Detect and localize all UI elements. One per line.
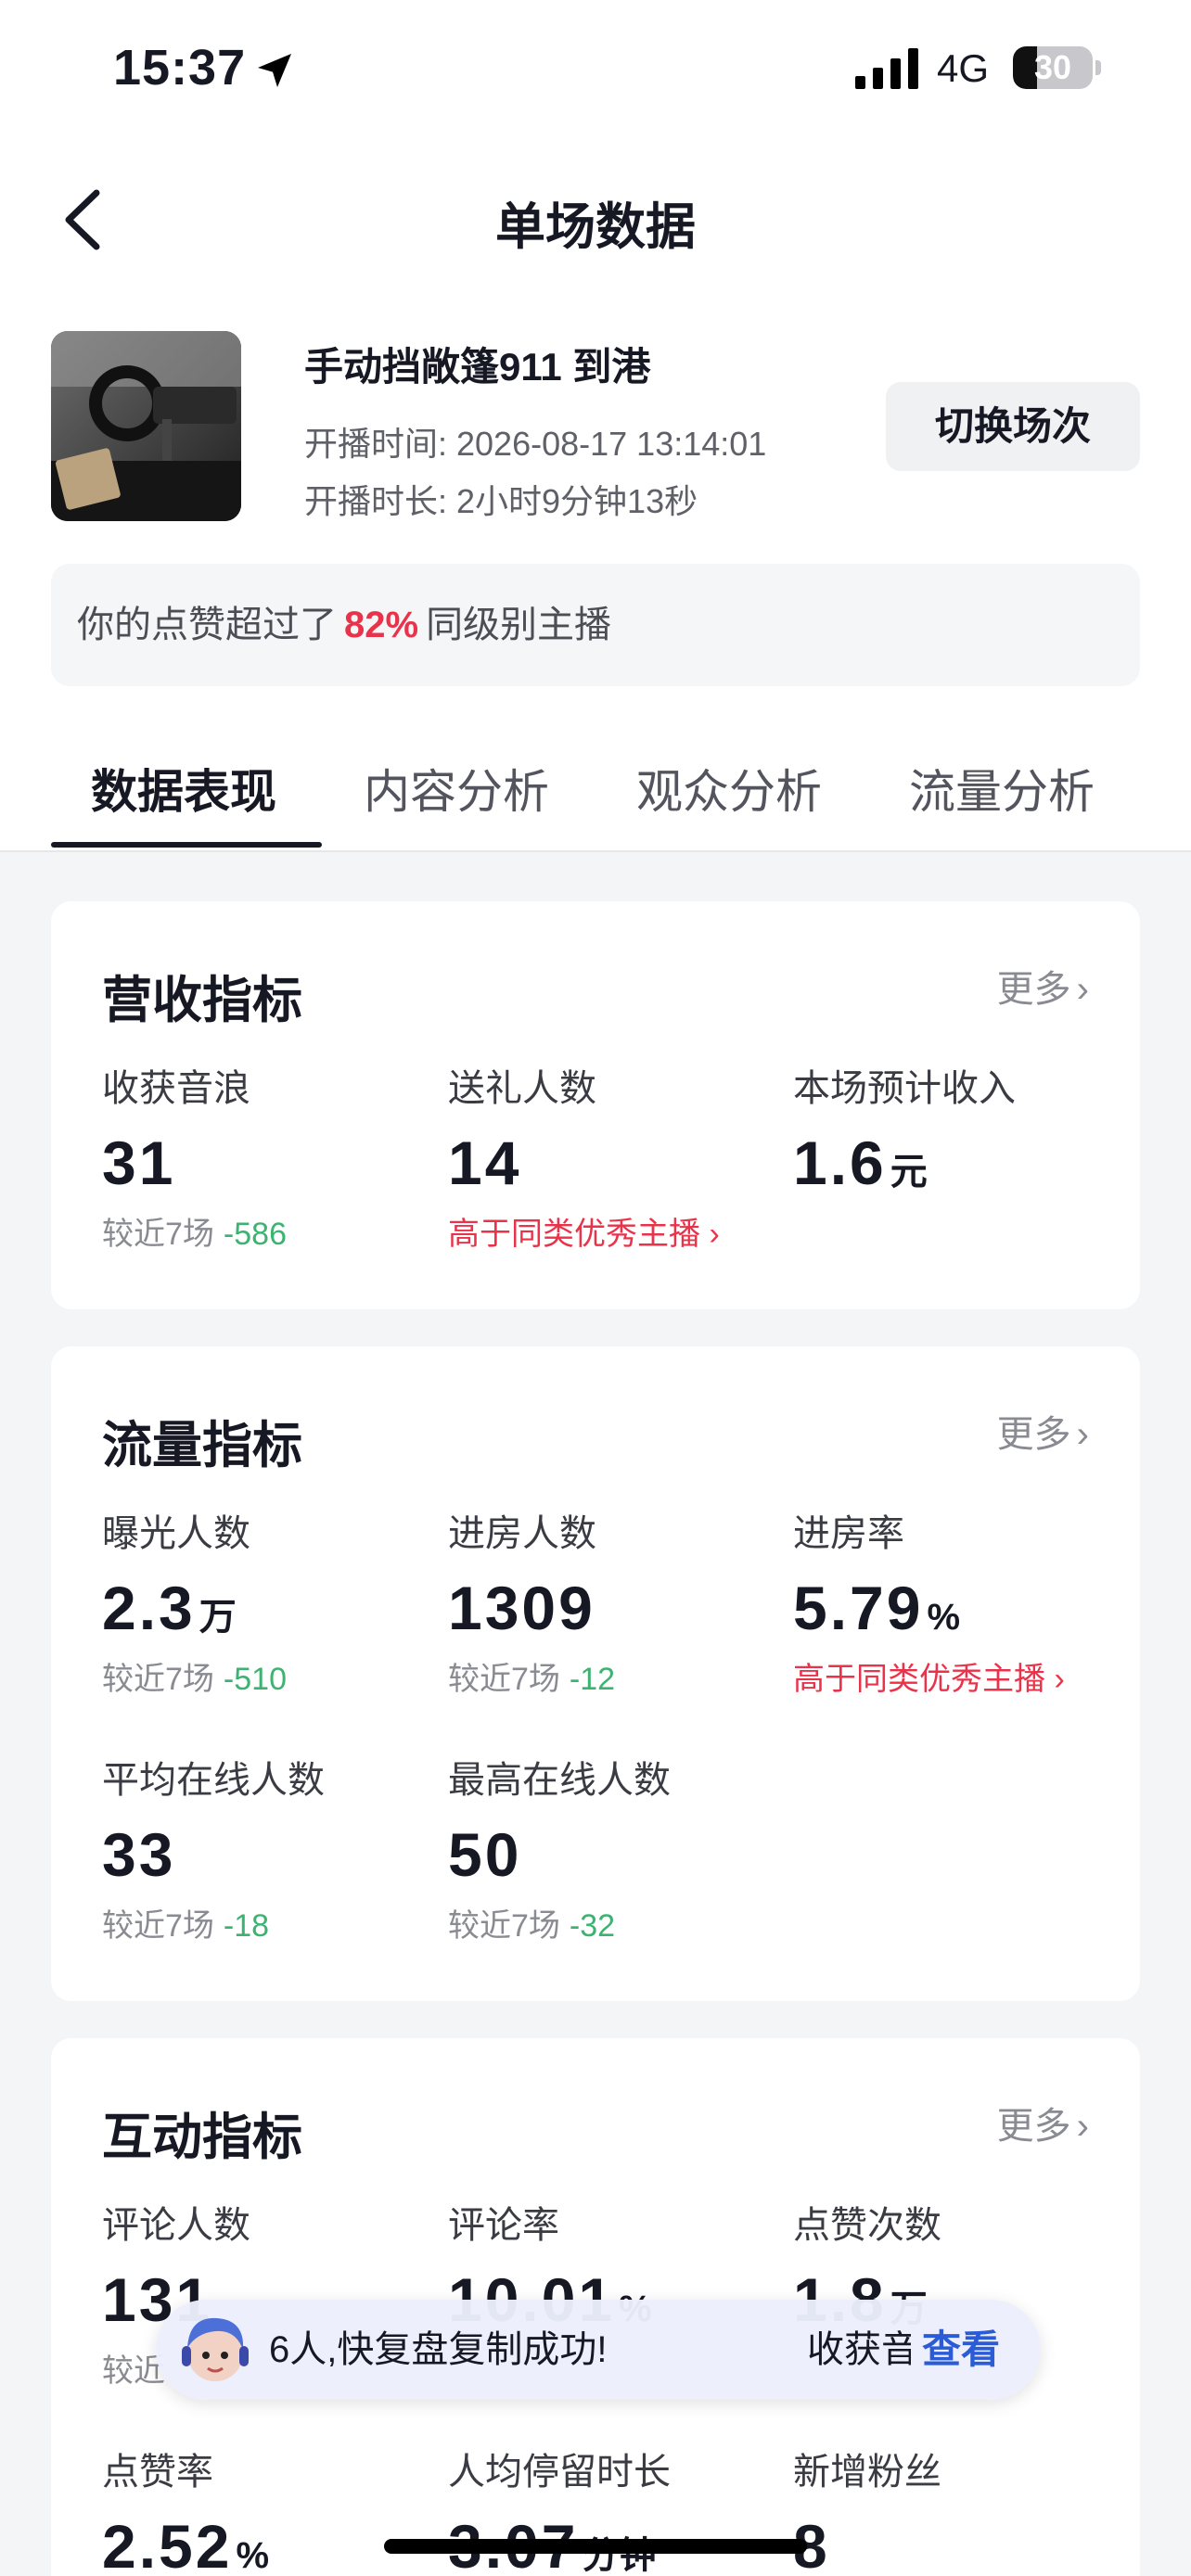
- metric-gift-income[interactable]: 收获音浪 31 较近7场 -586: [102, 1063, 445, 1257]
- tab-data-performance[interactable]: 数据表现: [91, 755, 276, 822]
- duration-value: 2小时9分钟13秒: [456, 482, 698, 520]
- toast-message: 6人,快复盘复制成功!: [269, 2329, 608, 2370]
- metric-compare: 较近7场 -12: [448, 1662, 616, 1697]
- metric-label: 点赞率: [102, 2452, 213, 2493]
- metric-delta: -510: [223, 1662, 287, 1697]
- card-title: 流量指标: [102, 1418, 302, 1473]
- switch-session-button[interactable]: 切换场次: [886, 382, 1140, 471]
- metric-value: 33: [102, 1820, 176, 1889]
- battery-icon: 30: [1013, 46, 1102, 89]
- card-title: 营收指标: [102, 973, 302, 1028]
- metric-delta: -586: [223, 1217, 287, 1252]
- start-time-label: 开播时间:: [304, 425, 448, 463]
- assistant-avatar-icon: [182, 2317, 249, 2381]
- tab-traffic-analysis[interactable]: 流量分析: [909, 755, 1095, 822]
- metric-compare: 较近7场 -510: [102, 1662, 287, 1697]
- metric-label: 曝光人数: [102, 1513, 250, 1554]
- metric-label: 本场预计收入: [793, 1068, 1016, 1109]
- metric-estimated-income[interactable]: 本场预计收入 1.6 元: [793, 1063, 1136, 1205]
- metric-new-followers[interactable]: 新增粉丝 8: [793, 2446, 1136, 2576]
- metric-peak-online[interactable]: 最高在线人数 50 较近7场 -32: [448, 1754, 791, 1949]
- metric-label: 新增粉丝: [793, 2452, 941, 2493]
- metric-compare: 较近7场 -586: [102, 1217, 287, 1252]
- metric-value: 14: [448, 1129, 522, 1197]
- traffic-metrics-card: 流量指标 更多 › 曝光人数 2.3 万 较近7场 -510 进房人数 1309 较近…: [51, 1346, 1140, 2001]
- metric-compare: 较近7场 -18: [102, 1908, 270, 1944]
- signal-bars-icon: [855, 48, 918, 89]
- battery-percent: 30: [1033, 48, 1072, 86]
- chevron-right-icon: ›: [1076, 1414, 1089, 1455]
- live-cover-thumbnail[interactable]: [51, 331, 241, 521]
- session-title: 手动挡敞篷911 到港: [304, 345, 651, 389]
- location-arrow-icon: [258, 54, 291, 87]
- toast-view-button[interactable]: 查看: [922, 2300, 1000, 2400]
- start-time-value: 2026-08-17 13:14:01: [456, 425, 767, 463]
- chevron-right-icon: ›: [709, 1217, 720, 1252]
- metric-label: 评论人数: [102, 2205, 250, 2246]
- chevron-right-icon: ›: [1054, 1662, 1065, 1697]
- chevron-right-icon: ›: [1076, 969, 1089, 1010]
- toast-secondary-text: 收获音: [807, 2329, 911, 2370]
- metric-label: 收获音浪: [102, 1068, 250, 1109]
- card-title: 互动指标: [102, 2110, 302, 2165]
- metric-avg-stay[interactable]: 人均停留时长 3.07分钟: [448, 2446, 791, 2576]
- metric-value: 31: [102, 1129, 176, 1197]
- metric-impressions[interactable]: 曝光人数 2.3 万 较近7场 -510: [102, 1508, 445, 1702]
- metric-label: 进房率: [793, 1513, 904, 1554]
- benchmark-hint-link[interactable]: 高于同类优秀主播 ›: [793, 1656, 1136, 1702]
- revenue-more-link[interactable]: 更多 ›: [997, 959, 1089, 1013]
- metric-delta: -12: [569, 1662, 616, 1697]
- praise-banner: 你的点赞超过了 82% 同级别主播: [51, 564, 1140, 686]
- metric-label: 进房人数: [448, 1513, 596, 1554]
- benchmark-hint-link[interactable]: 高于同类优秀主播 ›: [448, 1211, 791, 1257]
- metric-value: 5.79%: [793, 1574, 961, 1642]
- duration-row: 开播时长: 2小时9分钟13秒: [304, 475, 698, 523]
- metric-compare: 较近7场 -32: [448, 1908, 616, 1944]
- traffic-more-link[interactable]: 更多 ›: [997, 1404, 1089, 1458]
- metric-entry-rate[interactable]: 进房率 5.79% 高于同类优秀主播 ›: [793, 1508, 1136, 1702]
- network-type: 4G: [937, 46, 990, 90]
- home-indicator: [384, 2539, 807, 2554]
- tabs-divider: [0, 850, 1191, 852]
- metric-label: 平均在线人数: [102, 1760, 325, 1801]
- metric-label: 点赞次数: [793, 2205, 941, 2246]
- metric-value: 1309: [448, 1574, 596, 1642]
- metric-value: 8: [793, 2512, 830, 2576]
- active-tab-indicator: [51, 842, 322, 848]
- metric-delta: -18: [223, 1908, 270, 1944]
- tab-audience-analysis[interactable]: 观众分析: [636, 755, 822, 822]
- interaction-more-link[interactable]: 更多 ›: [997, 2096, 1089, 2149]
- metric-label: 送礼人数: [448, 1068, 596, 1109]
- metric-value: 1.6 元: [793, 1129, 928, 1197]
- praise-prefix: 你的点赞超过了: [77, 605, 337, 645]
- metric-value: 50: [448, 1820, 522, 1889]
- start-time-row: 开播时间: 2026-08-17 13:14:01: [304, 417, 766, 465]
- praise-percent: 82%: [344, 605, 419, 645]
- revenue-metrics-card: 营收指标 更多 › 收获音浪 31 较近7场 -586 送礼人数 14 高于同类优秀…: [51, 901, 1140, 1309]
- metric-value: 2.3 万: [102, 1574, 237, 1642]
- tab-content-analysis[interactable]: 内容分析: [364, 755, 549, 822]
- metric-delta: -32: [569, 1908, 616, 1944]
- status-bar: 15:37 4G 30: [0, 0, 1191, 139]
- metric-label: 人均停留时长: [448, 2452, 671, 2493]
- metric-label: 最高在线人数: [448, 1760, 671, 1801]
- status-time: 15:37: [113, 40, 247, 96]
- copy-success-toast: 6人,快复盘复制成功! 收获音 查看: [156, 2300, 1041, 2400]
- metric-avg-online[interactable]: 平均在线人数 33 较近7场 -18: [102, 1754, 445, 1949]
- metric-label: 评论率: [448, 2205, 559, 2246]
- metric-room-entries[interactable]: 进房人数 1309 较近7场 -12: [448, 1508, 791, 1702]
- page-title: 单场数据: [495, 199, 696, 255]
- metric-like-rate[interactable]: 点赞率 2.52%: [102, 2446, 445, 2576]
- duration-label: 开播时长:: [304, 482, 448, 520]
- praise-suffix: 同级别主播: [426, 605, 612, 645]
- chevron-right-icon: ›: [1076, 2106, 1089, 2147]
- metric-gifters[interactable]: 送礼人数 14 高于同类优秀主播 ›: [448, 1063, 791, 1257]
